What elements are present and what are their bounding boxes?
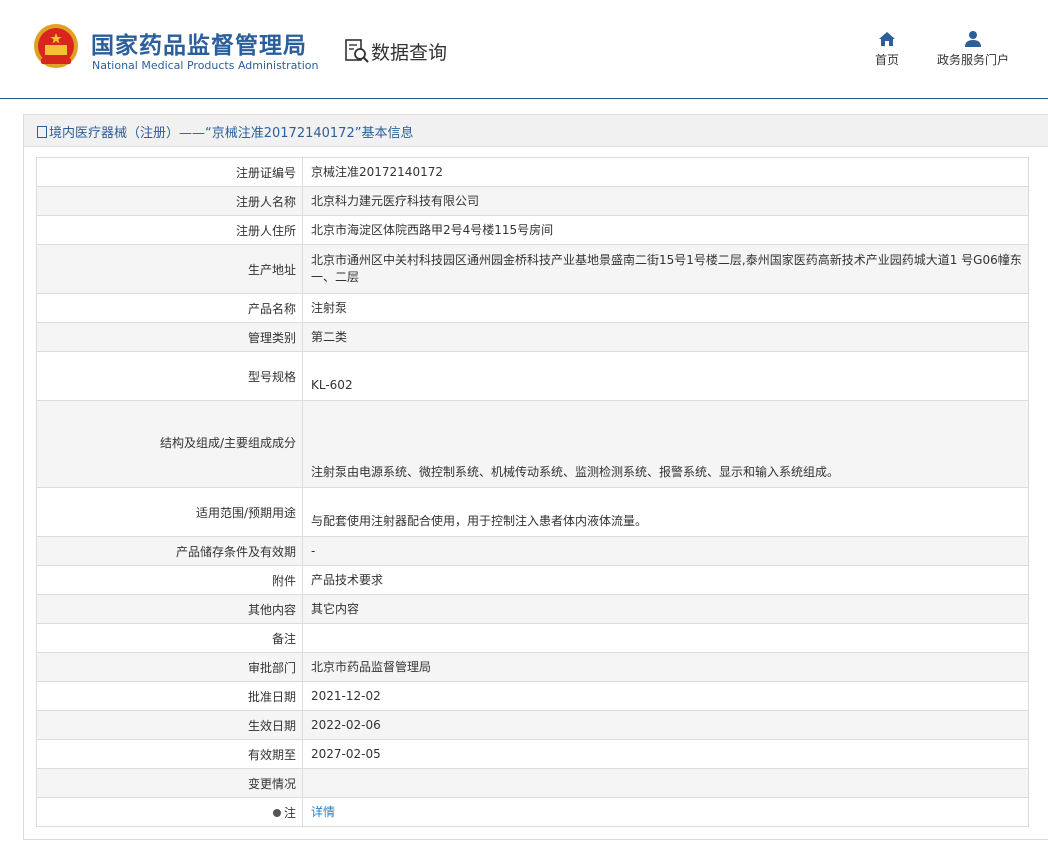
row-label: 注册人名称	[36, 186, 303, 216]
site-header: 国家药品监督管理局 National Medical Products Admi…	[0, 0, 1048, 99]
row-label: 生效日期	[36, 710, 303, 740]
row-value: 其它内容	[302, 594, 1029, 624]
row-value	[302, 623, 1029, 653]
site-title: 国家药品监督管理局	[91, 33, 307, 59]
row-value: 北京市药品监督管理局	[302, 652, 1029, 682]
table-row: 其他内容 其它内容	[36, 594, 1029, 624]
table-row: 型号规格 KL-602	[36, 351, 1029, 401]
table-row: 注册人住所 北京市海淀区体院西路甲2号4号楼115号房间	[36, 215, 1029, 245]
row-label: 注册人住所	[36, 215, 303, 245]
table-row: 批准日期 2021-12-02	[36, 681, 1029, 711]
row-label: 批准日期	[36, 681, 303, 711]
table-row: 结构及组成/主要组成成分 注射泵由电源系统、微控制系统、机械传动系统、监测检测系统…	[36, 400, 1029, 488]
table-row: 产品名称 注射泵	[36, 293, 1029, 323]
row-value: 北京科力建元医疗科技有限公司	[302, 186, 1029, 216]
row-label: 适用范围/预期用途	[36, 487, 303, 537]
table-row: 附件 产品技术要求	[36, 565, 1029, 595]
row-value: 2027-02-05	[302, 739, 1029, 769]
row-label: 其他内容	[36, 594, 303, 624]
user-icon	[965, 31, 981, 47]
table-row: 有效期至 2027-02-05	[36, 739, 1029, 769]
row-value: 注射泵由电源系统、微控制系统、机械传动系统、监测检测系统、报警系统、显示和输入系…	[302, 400, 1029, 488]
data-query-label: 数据查询	[371, 42, 448, 64]
row-value: 北京市海淀区体院西路甲2号4号楼115号房间	[302, 215, 1029, 245]
row-value: 2021-12-02	[302, 681, 1029, 711]
table-row: 备注	[36, 623, 1029, 653]
pin-icon	[272, 808, 281, 817]
row-label: 管理类别	[36, 322, 303, 352]
row-label: 结构及组成/主要组成成分	[36, 400, 303, 488]
document-icon	[37, 126, 47, 138]
detail-panel: 境内医疗器械（注册）——“京械注准20172140172”基本信息 注册证编号京…	[23, 114, 1048, 840]
table-row: 产品储存条件及有效期 -	[36, 536, 1029, 566]
table-row: 注册人名称 北京科力建元医疗科技有限公司	[36, 186, 1029, 216]
row-label: 注册证编号	[36, 157, 303, 187]
nav-service-portal-label: 政务服务门户	[936, 53, 1009, 67]
table-row: 变更情况	[36, 768, 1029, 798]
nav-service-portal[interactable]: 政务服务门户	[933, 30, 1013, 68]
nav-home-label: 首页	[874, 53, 899, 67]
table-row: 生效日期 2022-02-06	[36, 710, 1029, 740]
row-label: 型号规格	[36, 351, 303, 401]
table-row: 生产地址 北京市通州区中关村科技园区通州园金桥科技产业基地景盛南二街15号1号楼二…	[36, 244, 1029, 294]
row-label: 附件	[36, 565, 303, 595]
row-value: 2022-02-06	[302, 710, 1029, 740]
table-row: 审批部门 北京市药品监督管理局	[36, 652, 1029, 682]
national-emblem-icon	[34, 24, 78, 68]
row-label-note-text: 注	[283, 805, 296, 820]
table-row: 注册证编号 京械注准20172140172	[36, 157, 1029, 187]
panel-title: 境内医疗器械（注册）——“京械注准20172140172”基本信息	[37, 122, 413, 141]
table-row: 适用范围/预期用途 与配套使用注射器配合使用，用于控制注入患者体内液体流量。	[36, 487, 1029, 537]
row-label: 产品储存条件及有效期	[36, 536, 303, 566]
row-value: KL-602	[302, 351, 1029, 401]
row-value: 北京市通州区中关村科技园区通州园金桥科技产业基地景盛南二街15号1号楼二层,泰州…	[302, 244, 1029, 294]
row-value: 详情	[302, 797, 1029, 827]
row-value	[302, 768, 1029, 798]
row-label: 生产地址	[36, 244, 303, 294]
info-table: 注册证编号 京械注准20172140172 注册人名称 北京科力建元医疗科技有限公司…	[36, 157, 1029, 827]
data-search-icon	[345, 39, 369, 63]
row-label-note: 注	[36, 797, 303, 827]
nav-home[interactable]: 首页	[871, 30, 903, 68]
table-row: 管理类别 第二类	[36, 322, 1029, 352]
row-value: 京械注准20172140172	[302, 157, 1029, 187]
row-label: 变更情况	[36, 768, 303, 798]
panel-title-text: 境内医疗器械（注册）——“京械注准20172140172”基本信息	[49, 126, 414, 141]
row-label: 有效期至	[36, 739, 303, 769]
row-value: 第二类	[302, 322, 1029, 352]
row-label: 备注	[36, 623, 303, 653]
row-value: 与配套使用注射器配合使用，用于控制注入患者体内液体流量。	[302, 487, 1029, 537]
row-label: 产品名称	[36, 293, 303, 323]
row-label: 审批部门	[36, 652, 303, 682]
row-value: -	[302, 536, 1029, 566]
row-value: 产品技术要求	[302, 565, 1029, 595]
panel-header: 境内医疗器械（注册）——“京械注准20172140172”基本信息	[24, 115, 1048, 147]
home-icon	[879, 32, 895, 46]
row-value: 注射泵	[302, 293, 1029, 323]
table-row: 注 详情	[36, 797, 1029, 827]
details-link[interactable]: 详情	[311, 805, 335, 819]
site-subtitle: National Medical Products Administration	[92, 59, 319, 72]
